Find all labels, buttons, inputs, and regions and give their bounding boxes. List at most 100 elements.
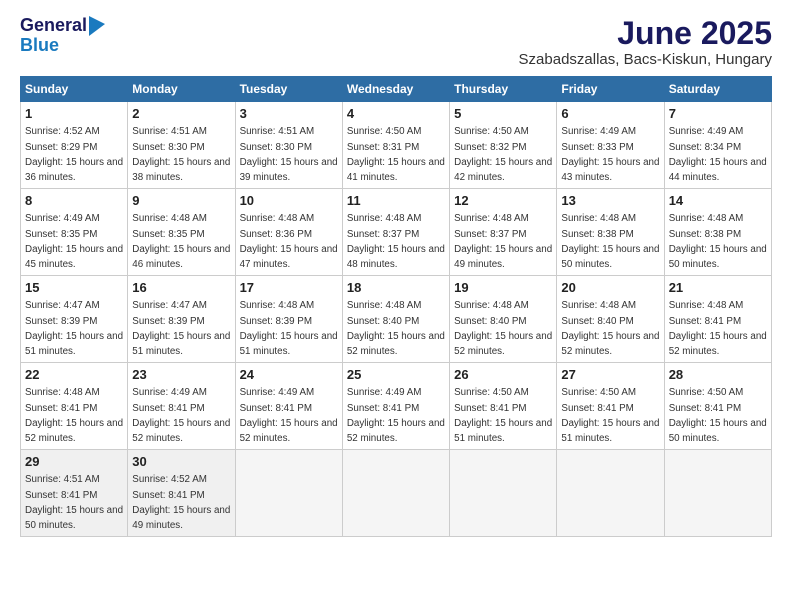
logo: General Blue — [20, 16, 105, 56]
day-number: 9 — [132, 192, 230, 210]
weekday-sunday: Sunday — [21, 77, 128, 102]
day-info: Sunrise: 4:48 AMSunset: 8:37 PMDaylight:… — [347, 213, 445, 270]
day-number: 26 — [454, 366, 552, 384]
calendar-cell: 27 Sunrise: 4:50 AMSunset: 8:41 PMDayligh… — [557, 363, 664, 450]
day-info: Sunrise: 4:48 AMSunset: 8:40 PMDaylight:… — [347, 300, 445, 357]
day-number: 11 — [347, 192, 445, 210]
day-number: 17 — [240, 279, 338, 297]
calendar-cell: 1Sunrise: 4:52 AMSunset: 8:29 PMDaylight… — [21, 102, 128, 189]
day-info: Sunrise: 4:47 AMSunset: 8:39 PMDaylight:… — [132, 300, 230, 357]
calendar-cell: 13 Sunrise: 4:48 AMSunset: 8:38 PMDayligh… — [557, 189, 664, 276]
calendar-cell: 10Sunrise: 4:48 AMSunset: 8:36 PMDayligh… — [235, 189, 342, 276]
day-number: 5 — [454, 105, 552, 123]
calendar-cell: 19 Sunrise: 4:48 AMSunset: 8:40 PMDayligh… — [450, 276, 557, 363]
day-info: Sunrise: 4:48 AMSunset: 8:38 PMDaylight:… — [669, 213, 767, 270]
day-number: 22 — [25, 366, 123, 384]
week-row-1: 1Sunrise: 4:52 AMSunset: 8:29 PMDaylight… — [21, 102, 772, 189]
calendar-cell: 22 Sunrise: 4:48 AMSunset: 8:41 PMDayligh… — [21, 363, 128, 450]
day-number: 3 — [240, 105, 338, 123]
week-row-2: 8 Sunrise: 4:49 AMSunset: 8:35 PMDaylight… — [21, 189, 772, 276]
weekday-tuesday: Tuesday — [235, 77, 342, 102]
day-number: 29 — [25, 453, 123, 471]
calendar-cell — [450, 450, 557, 537]
day-info: Sunrise: 4:49 AMSunset: 8:41 PMDaylight:… — [347, 387, 445, 444]
day-number: 28 — [669, 366, 767, 384]
day-number: 8 — [25, 192, 123, 210]
calendar-cell: 11 Sunrise: 4:48 AMSunset: 8:37 PMDayligh… — [342, 189, 449, 276]
day-info: Sunrise: 4:52 AMSunset: 8:41 PMDaylight:… — [132, 474, 230, 531]
day-info: Sunrise: 4:47 AMSunset: 8:39 PMDaylight:… — [25, 300, 123, 357]
calendar-cell: 3 Sunrise: 4:51 AMSunset: 8:30 PMDaylight… — [235, 102, 342, 189]
day-info: Sunrise: 4:52 AMSunset: 8:29 PMDaylight:… — [25, 126, 123, 183]
day-number: 2 — [132, 105, 230, 123]
day-info: Sunrise: 4:48 AMSunset: 8:40 PMDaylight:… — [561, 300, 659, 357]
logo-icon — [89, 16, 105, 36]
calendar-cell: 18Sunrise: 4:48 AMSunset: 8:40 PMDayligh… — [342, 276, 449, 363]
day-number: 6 — [561, 105, 659, 123]
calendar-cell: 9Sunrise: 4:48 AMSunset: 8:35 PMDaylight… — [128, 189, 235, 276]
day-info: Sunrise: 4:48 AMSunset: 8:39 PMDaylight:… — [240, 300, 338, 357]
day-info: Sunrise: 4:49 AMSunset: 8:41 PMDaylight:… — [132, 387, 230, 444]
day-number: 20 — [561, 279, 659, 297]
weekday-thursday: Thursday — [450, 77, 557, 102]
day-info: Sunrise: 4:49 AMSunset: 8:34 PMDaylight:… — [669, 126, 767, 183]
day-info: Sunrise: 4:50 AMSunset: 8:41 PMDaylight:… — [669, 387, 767, 444]
day-number: 21 — [669, 279, 767, 297]
subtitle: Szabadszallas, Bacs-Kiskun, Hungary — [519, 51, 772, 68]
day-number: 4 — [347, 105, 445, 123]
day-info: Sunrise: 4:50 AMSunset: 8:32 PMDaylight:… — [454, 126, 552, 183]
calendar-cell: 21Sunrise: 4:48 AMSunset: 8:41 PMDayligh… — [664, 276, 771, 363]
calendar-cell: 14Sunrise: 4:48 AMSunset: 8:38 PMDayligh… — [664, 189, 771, 276]
day-number: 7 — [669, 105, 767, 123]
day-info: Sunrise: 4:48 AMSunset: 8:36 PMDaylight:… — [240, 213, 338, 270]
day-info: Sunrise: 4:50 AMSunset: 8:31 PMDaylight:… — [347, 126, 445, 183]
calendar-cell: 23 Sunrise: 4:49 AMSunset: 8:41 PMDayligh… — [128, 363, 235, 450]
day-number: 30 — [132, 453, 230, 471]
calendar-cell: 16Sunrise: 4:47 AMSunset: 8:39 PMDayligh… — [128, 276, 235, 363]
day-number: 23 — [132, 366, 230, 384]
day-info: Sunrise: 4:48 AMSunset: 8:38 PMDaylight:… — [561, 213, 659, 270]
weekday-monday: Monday — [128, 77, 235, 102]
calendar-cell: 30 Sunrise: 4:52 AMSunset: 8:41 PMDayligh… — [128, 450, 235, 537]
calendar-cell: 20 Sunrise: 4:48 AMSunset: 8:40 PMDayligh… — [557, 276, 664, 363]
calendar-cell: 26 Sunrise: 4:50 AMSunset: 8:41 PMDayligh… — [450, 363, 557, 450]
day-info: Sunrise: 4:50 AMSunset: 8:41 PMDaylight:… — [454, 387, 552, 444]
page: General Blue June 2025 Szabadszallas, Ba… — [0, 0, 792, 612]
day-info: Sunrise: 4:51 AMSunset: 8:30 PMDaylight:… — [240, 126, 338, 183]
week-row-5: 29 Sunrise: 4:51 AMSunset: 8:41 PMDayligh… — [21, 450, 772, 537]
day-number: 19 — [454, 279, 552, 297]
logo-text-general: General — [20, 16, 87, 36]
logo-text-blue: Blue — [20, 35, 59, 55]
calendar-cell: 2 Sunrise: 4:51 AMSunset: 8:30 PMDaylight… — [128, 102, 235, 189]
calendar-cell: 28 Sunrise: 4:50 AMSunset: 8:41 PMDayligh… — [664, 363, 771, 450]
weekday-header-row: SundayMondayTuesdayWednesdayThursdayFrid… — [21, 77, 772, 102]
calendar-cell — [664, 450, 771, 537]
day-info: Sunrise: 4:48 AMSunset: 8:41 PMDaylight:… — [25, 387, 123, 444]
calendar-cell: 4 Sunrise: 4:50 AMSunset: 8:31 PMDaylight… — [342, 102, 449, 189]
calendar-cell — [235, 450, 342, 537]
header: General Blue June 2025 Szabadszallas, Ba… — [20, 16, 772, 68]
calendar-cell: 8 Sunrise: 4:49 AMSunset: 8:35 PMDaylight… — [21, 189, 128, 276]
title-block: June 2025 Szabadszallas, Bacs-Kiskun, Hu… — [519, 16, 772, 68]
day-number: 12 — [454, 192, 552, 210]
day-info: Sunrise: 4:49 AMSunset: 8:33 PMDaylight:… — [561, 126, 659, 183]
calendar-cell — [557, 450, 664, 537]
calendar-table: SundayMondayTuesdayWednesdayThursdayFrid… — [20, 76, 772, 537]
week-row-3: 15Sunrise: 4:47 AMSunset: 8:39 PMDayligh… — [21, 276, 772, 363]
calendar-cell: 25Sunrise: 4:49 AMSunset: 8:41 PMDayligh… — [342, 363, 449, 450]
day-info: Sunrise: 4:50 AMSunset: 8:41 PMDaylight:… — [561, 387, 659, 444]
week-row-4: 22 Sunrise: 4:48 AMSunset: 8:41 PMDayligh… — [21, 363, 772, 450]
calendar-cell: 29 Sunrise: 4:51 AMSunset: 8:41 PMDayligh… — [21, 450, 128, 537]
weekday-saturday: Saturday — [664, 77, 771, 102]
day-number: 13 — [561, 192, 659, 210]
calendar-cell — [342, 450, 449, 537]
calendar-cell: 24Sunrise: 4:49 AMSunset: 8:41 PMDayligh… — [235, 363, 342, 450]
day-number: 27 — [561, 366, 659, 384]
day-info: Sunrise: 4:48 AMSunset: 8:40 PMDaylight:… — [454, 300, 552, 357]
calendar-cell: 17 Sunrise: 4:48 AMSunset: 8:39 PMDayligh… — [235, 276, 342, 363]
calendar-cell: 12Sunrise: 4:48 AMSunset: 8:37 PMDayligh… — [450, 189, 557, 276]
weekday-wednesday: Wednesday — [342, 77, 449, 102]
day-info: Sunrise: 4:51 AMSunset: 8:30 PMDaylight:… — [132, 126, 230, 183]
day-info: Sunrise: 4:49 AMSunset: 8:35 PMDaylight:… — [25, 213, 123, 270]
day-info: Sunrise: 4:51 AMSunset: 8:41 PMDaylight:… — [25, 474, 123, 531]
